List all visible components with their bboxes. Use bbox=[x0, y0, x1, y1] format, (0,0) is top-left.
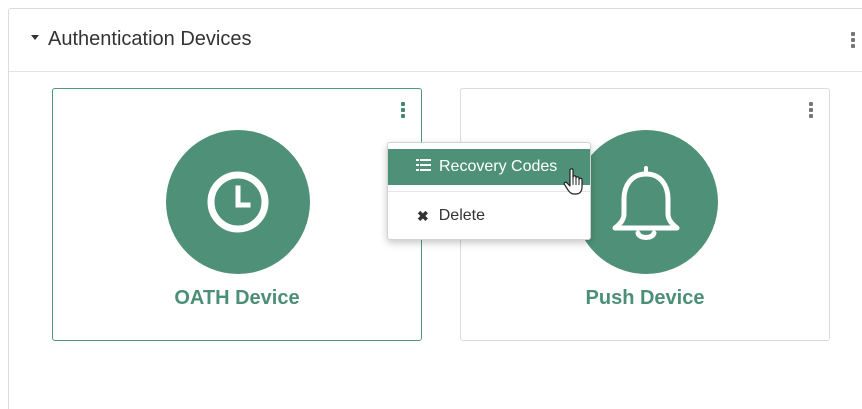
panel-title: Authentication Devices bbox=[48, 28, 252, 50]
delete-label: Delete bbox=[438, 207, 485, 224]
push-device-label: Push Device bbox=[585, 287, 705, 309]
panel-header[interactable]: Authentication Devices bbox=[9, 9, 862, 72]
delete-menu-item[interactable]: ✖ Delete bbox=[388, 200, 590, 232]
caret-down-icon[interactable] bbox=[31, 35, 39, 40]
push-card-kebab-menu-icon[interactable] bbox=[808, 102, 814, 118]
clock-icon bbox=[207, 171, 269, 233]
hand-pointer-cursor-icon bbox=[563, 168, 583, 195]
oath-device-circle bbox=[166, 130, 310, 274]
list-icon bbox=[416, 158, 431, 176]
menu-divider bbox=[388, 191, 590, 192]
close-icon: ✖ bbox=[417, 207, 429, 224]
recovery-codes-menu-item[interactable]: Recovery Codes bbox=[388, 149, 590, 185]
oath-card-kebab-menu-icon[interactable] bbox=[400, 102, 406, 118]
device-context-menu: Recovery Codes ✖ Delete bbox=[387, 142, 591, 240]
recovery-codes-label: Recovery Codes bbox=[439, 158, 558, 175]
push-device-circle bbox=[574, 130, 718, 274]
oath-device-label: OATH Device bbox=[174, 287, 300, 309]
bell-icon bbox=[612, 166, 680, 240]
oath-device-card[interactable]: OATH Device bbox=[52, 88, 422, 341]
panel-kebab-menu-icon[interactable] bbox=[850, 32, 856, 48]
